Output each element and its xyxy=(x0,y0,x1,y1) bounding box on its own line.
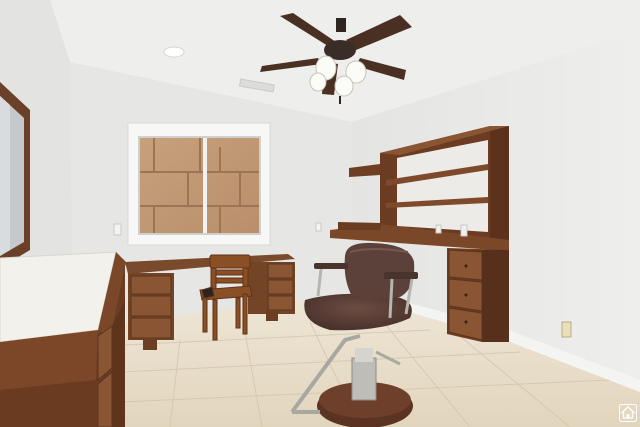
window xyxy=(127,122,271,246)
room-illustration xyxy=(0,0,640,427)
house-icon xyxy=(619,404,637,422)
wall-outlet xyxy=(315,222,322,232)
vanity-cabinet xyxy=(0,251,126,427)
wall-outlet xyxy=(561,321,572,338)
wall-outlet xyxy=(113,223,122,236)
room-photo xyxy=(0,0,640,427)
recessed-light xyxy=(163,46,185,58)
wall-mirror xyxy=(0,82,30,268)
